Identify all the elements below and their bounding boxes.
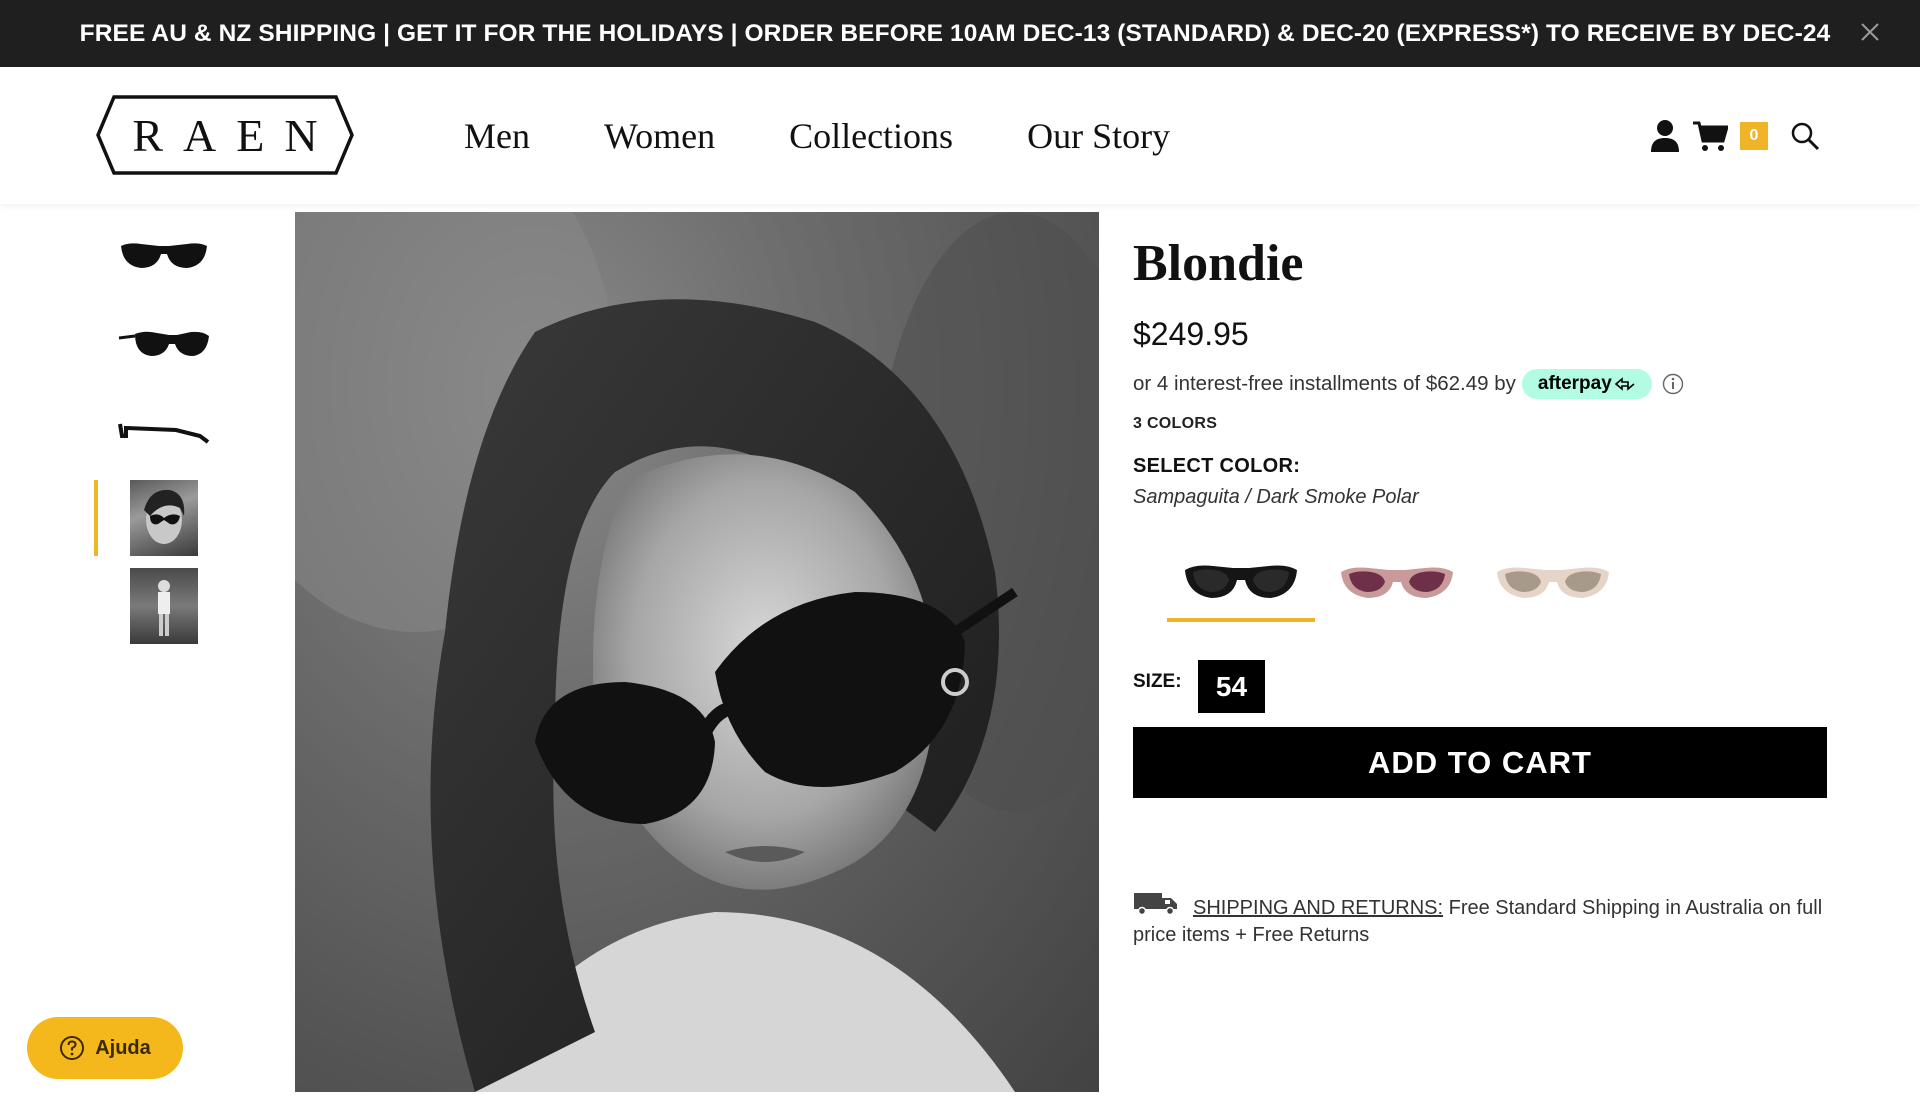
- user-icon[interactable]: [1650, 119, 1680, 153]
- nav-item-women[interactable]: Women: [604, 115, 715, 157]
- select-color-label: SELECT COLOR:: [1133, 455, 1301, 477]
- thumbnail-full-body[interactable]: [94, 566, 234, 646]
- swatch-selected-underline: [1167, 618, 1315, 622]
- afterpay-label: afterpay: [1537, 373, 1612, 394]
- swatch-rose[interactable]: [1323, 542, 1471, 622]
- product-price: $249.95: [1133, 316, 1249, 352]
- thumbnail-sunglasses-front[interactable]: [94, 216, 234, 296]
- product-title: Blondie: [1133, 235, 1304, 292]
- color-swatches: [1167, 542, 1627, 622]
- colors-count: 3 COLORS: [1133, 415, 1218, 432]
- installments-row: or 4 interest-free installments of $62.4…: [1133, 369, 1684, 399]
- raen-logo[interactable]: RAEN: [94, 93, 356, 177]
- main-nav: Men Women Collections Our Story: [464, 67, 1244, 204]
- nav-item-collections[interactable]: Collections: [789, 115, 953, 157]
- shipping-info: SHIPPING AND RETURNS: Free Standard Ship…: [1133, 893, 1833, 948]
- size-label: SIZE:: [1133, 671, 1182, 692]
- swatch-champagne[interactable]: [1479, 542, 1627, 622]
- installments-text: or 4 interest-free installments of $62.4…: [1133, 372, 1516, 395]
- afterpay-badge[interactable]: afterpay: [1521, 369, 1652, 399]
- cart-count-badge[interactable]: 0: [1740, 122, 1768, 150]
- announcement-bar: FREE AU & NZ SHIPPING | GET IT FOR THE H…: [0, 0, 1920, 67]
- swatch-black[interactable]: [1167, 542, 1315, 622]
- sunglasses-black-icon: [1185, 565, 1297, 598]
- header-icons: 0: [1650, 114, 1820, 158]
- sunglasses-angle-icon: [118, 331, 209, 356]
- afterpay-arrows-icon: [1614, 377, 1635, 391]
- announcement-text: FREE AU & NZ SHIPPING | GET IT FOR THE H…: [79, 19, 1831, 47]
- thumbnail-portrait[interactable]: [94, 478, 234, 558]
- size-option-54[interactable]: 54: [1198, 660, 1265, 713]
- sunglasses-front-icon: [121, 243, 207, 268]
- cart-icon[interactable]: [1692, 120, 1728, 152]
- nav-item-men[interactable]: Men: [464, 115, 530, 157]
- logo-text: RAEN: [132, 109, 338, 161]
- sunglasses-champagne-icon: [1497, 567, 1609, 598]
- nav-item-our-story[interactable]: Our Story: [1027, 115, 1170, 157]
- sunglasses-rose-icon: [1341, 567, 1453, 598]
- thumbnail-sunglasses-side[interactable]: [94, 392, 234, 472]
- main-product-image[interactable]: [295, 212, 1099, 1092]
- sunglasses-side-icon: [118, 423, 210, 444]
- shipping-returns-link[interactable]: SHIPPING AND RETURNS:: [1193, 897, 1443, 919]
- selected-color-name: Sampaguita / Dark Smoke Polar: [1133, 486, 1419, 508]
- info-icon[interactable]: [1662, 373, 1684, 395]
- search-icon[interactable]: [1790, 121, 1820, 151]
- close-icon[interactable]: [1858, 20, 1882, 44]
- full-body-thumbnail-image: [130, 568, 198, 644]
- help-label: Ajuda: [95, 1036, 151, 1059]
- question-icon: [59, 1035, 85, 1061]
- truck-icon: [1133, 890, 1179, 923]
- thumbnail-sunglasses-angle[interactable]: [94, 304, 234, 384]
- help-button[interactable]: Ajuda: [27, 1017, 183, 1079]
- site-header: RAEN Men Women Collections Our Story 0: [0, 67, 1920, 204]
- portrait-thumbnail-image: [130, 480, 198, 556]
- add-to-cart-button[interactable]: ADD TO CART: [1133, 727, 1827, 798]
